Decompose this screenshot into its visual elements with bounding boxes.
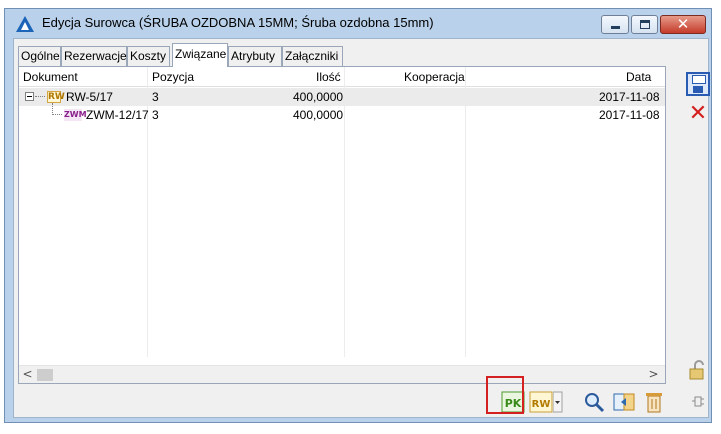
tab-rezerwacje[interactable]: Rezerwacje <box>61 46 127 66</box>
highlight-frame <box>486 376 524 414</box>
grid-header: Dokument Pozycja Ilość Kooperacja Data <box>19 67 665 87</box>
scroll-right-arrow[interactable]: > <box>645 366 662 383</box>
cell-dokument: ZWM-12/17 <box>86 108 149 122</box>
tab-zwiazane[interactable]: Związane <box>172 43 228 67</box>
tree-connector <box>52 114 62 115</box>
tab-ogolne[interactable]: Ogólne <box>18 46 61 66</box>
tab-atrybuty[interactable]: Atrybuty <box>228 46 282 66</box>
app-logo-icon <box>16 16 34 32</box>
bottom-toolbar: PK RW <box>18 387 666 417</box>
horizontal-scrollbar[interactable]: < > <box>19 365 665 383</box>
lock-icon[interactable] <box>686 358 710 382</box>
minimize-button[interactable] <box>601 15 629 34</box>
column-header-pozycja[interactable]: Pozycja <box>152 70 194 84</box>
delete-button[interactable]: ✕ <box>686 103 710 127</box>
rw-icon-label: RW <box>532 399 551 410</box>
rw-document-button[interactable]: RW <box>529 390 553 414</box>
related-documents-grid: Dokument Pozycja Ilość Kooperacja Data R… <box>18 66 666 384</box>
table-row[interactable]: ZWM ZWM-12/17 3 400,0000 2017-11-08 <box>19 103 665 124</box>
dialog-body: Ogólne Rezerwacje Koszty Związane Atrybu… <box>13 38 710 418</box>
maximize-icon <box>640 20 650 29</box>
column-header-dokument[interactable]: Dokument <box>23 70 78 84</box>
scrollbar-thumb[interactable] <box>37 369 53 381</box>
column-header-data[interactable]: Data <box>626 70 651 84</box>
rw-document-icon: RW <box>47 91 65 103</box>
minimize-icon <box>611 26 620 29</box>
close-icon: ✕ <box>676 15 690 33</box>
pin-icon[interactable] <box>686 390 710 414</box>
save-button[interactable] <box>686 72 710 96</box>
window: Edycja Surowca (ŚRUBA OZDOBNA 15MM; Śrub… <box>4 8 712 423</box>
trash-button[interactable] <box>642 390 666 414</box>
cell-pozycja: 3 <box>152 108 159 122</box>
tab-koszty[interactable]: Koszty <box>127 46 170 66</box>
title-bar[interactable]: Edycja Surowca (ŚRUBA OZDOBNA 15MM; Śrub… <box>5 9 711 37</box>
cell-pozycja: 3 <box>152 90 159 104</box>
scroll-left-arrow[interactable]: < <box>19 366 36 383</box>
link-button[interactable] <box>612 390 636 414</box>
collapse-toggle[interactable] <box>25 92 34 101</box>
close-button[interactable]: ✕ <box>660 15 706 34</box>
maximize-button[interactable] <box>631 15 658 34</box>
table-row[interactable]: RW RW-5/17 3 400,0000 2017-11-08 <box>19 88 665 106</box>
cell-dokument: RW-5/17 <box>66 90 113 104</box>
tab-zalaczniki[interactable]: Załączniki <box>282 46 343 66</box>
zwm-document-icon: ZWM <box>64 109 87 121</box>
cell-ilosc: 400,0000 <box>293 108 344 122</box>
window-title: Edycja Surowca (ŚRUBA OZDOBNA 15MM; Śrub… <box>42 15 434 30</box>
column-header-kooperacja[interactable]: Kooperacja <box>404 70 465 84</box>
rw-dropdown-arrow[interactable] <box>553 390 563 414</box>
cell-data: 2017-11-08 <box>599 108 660 122</box>
cell-data: 2017-11-08 <box>599 90 660 104</box>
cell-ilosc: 400,0000 <box>293 90 344 104</box>
tree-connector <box>35 96 45 97</box>
column-header-ilosc[interactable]: Ilość <box>316 70 341 84</box>
search-button[interactable] <box>582 390 606 414</box>
